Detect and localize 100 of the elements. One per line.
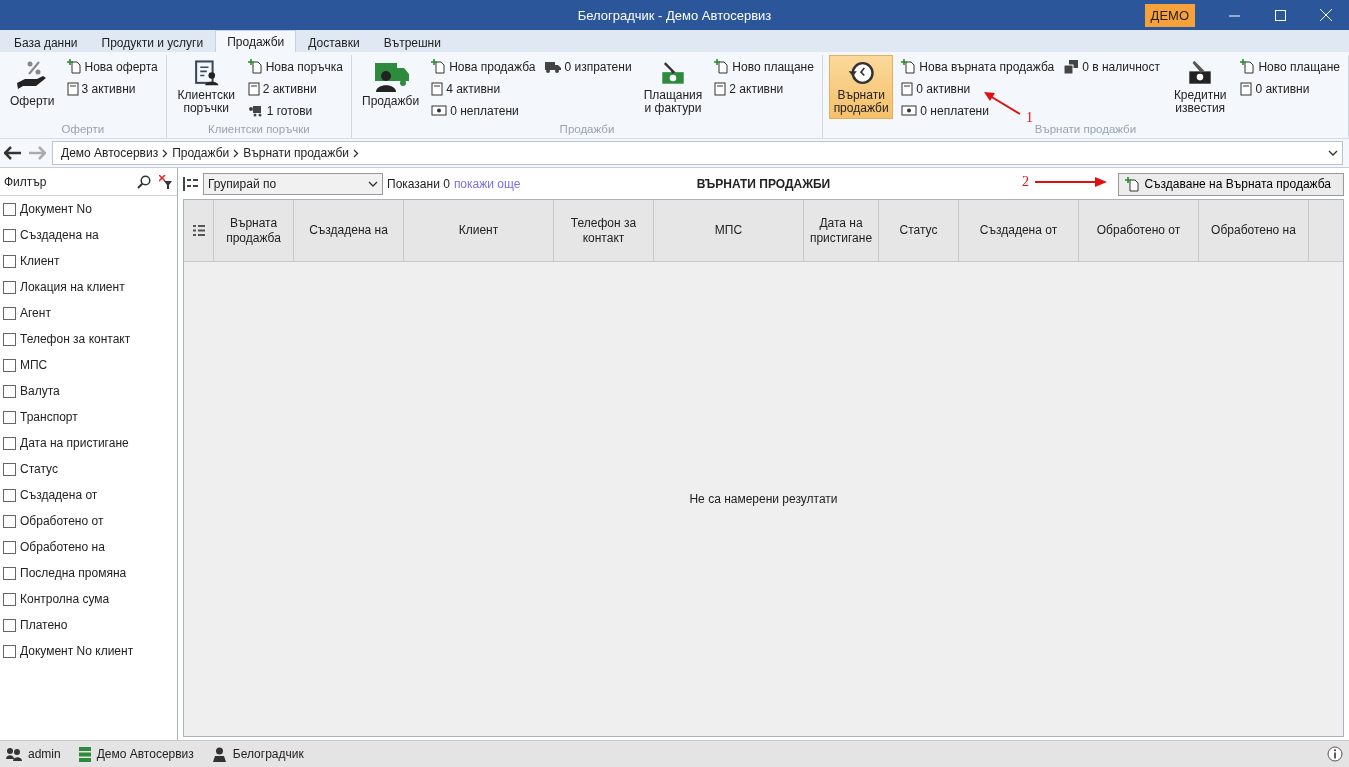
clear-filter-icon[interactable] <box>159 174 173 189</box>
filter-checkbox[interactable]: Създадена на <box>0 222 177 248</box>
ribbon-link[interactable]: 0 изпратени <box>543 57 634 76</box>
filter-checkbox[interactable]: Телефон за контакт <box>0 326 177 352</box>
checkbox[interactable] <box>3 436 16 450</box>
filter-checkbox[interactable]: Обработено на <box>0 534 177 560</box>
column-header[interactable]: Статус <box>879 200 959 261</box>
ribbon-tab[interactable]: Вътрешни <box>371 32 453 52</box>
maximize-icon[interactable] <box>1274 9 1286 21</box>
column-header[interactable]: Клиент <box>404 200 554 261</box>
ribbon-tab[interactable]: Продукти и услуги <box>89 32 216 52</box>
ribbon-link[interactable]: 0 в наличност <box>1062 57 1162 76</box>
ribbon-link[interactable]: 2 активни <box>245 79 319 98</box>
ribbon-link[interactable]: 0 неплатени <box>429 101 521 120</box>
checkbox[interactable] <box>3 384 16 398</box>
checkbox[interactable] <box>3 488 16 502</box>
filter-checkbox[interactable]: Платено <box>0 612 177 638</box>
ribbon-link[interactable]: 4 активни <box>429 79 503 98</box>
column-list-icon[interactable] <box>192 225 205 236</box>
ribbon-tab[interactable]: Продажби <box>215 30 297 52</box>
status-text: Белоградчик <box>232 747 304 761</box>
ribbon-button[interactable]: Продажби <box>358 55 424 119</box>
ribbon-button[interactable]: Кредитни известия <box>1167 55 1233 119</box>
ribbon-link[interactable]: 0 активни <box>899 79 973 98</box>
breadcrumb-item[interactable]: Демо Автосервиз <box>57 146 163 160</box>
ribbon-button[interactable]: Оферти <box>6 55 59 119</box>
boxes-icon <box>1064 59 1080 74</box>
breadcrumb-field[interactable]: Демо Автосервиз Продажби Върнати продажби <box>52 141 1343 165</box>
ribbon-link[interactable]: 3 активни <box>64 79 138 98</box>
checkbox[interactable] <box>3 254 16 268</box>
filter-label: Документ No клиент <box>20 644 134 658</box>
ribbon-button[interactable]: Върнати продажби <box>828 55 894 119</box>
breadcrumb-item[interactable]: Върнати продажби <box>239 146 353 160</box>
checkbox[interactable] <box>3 592 16 606</box>
checkbox[interactable] <box>3 202 16 216</box>
show-more-link[interactable]: покажи още <box>453 177 521 191</box>
filter-checkbox[interactable]: МПС <box>0 352 177 378</box>
filter-checkbox[interactable]: Контролна сума <box>0 586 177 612</box>
ribbon-button[interactable]: Плащания и фактури <box>639 55 707 119</box>
filter-checkbox[interactable]: Агент <box>0 300 177 326</box>
ribbon-link[interactable]: 1 готови <box>245 101 315 120</box>
column-header[interactable]: МПС <box>654 200 804 261</box>
checkbox[interactable] <box>3 306 16 320</box>
filter-checkbox[interactable]: Обработено от <box>0 508 177 534</box>
column-header[interactable]: Създадена на <box>294 200 404 261</box>
breadcrumb-item[interactable]: Продажби <box>168 146 234 160</box>
ribbon-link[interactable]: Ново плащане <box>1238 57 1342 76</box>
filter-label: Документ No <box>20 202 92 216</box>
filter-checkbox[interactable]: Локация на клиент <box>0 274 177 300</box>
checkbox[interactable] <box>3 618 16 632</box>
close-icon[interactable] <box>1320 9 1332 21</box>
window-title: Белоградчик - Демо Автосервиз <box>577 7 772 23</box>
column-header[interactable]: Върната продажба <box>214 200 294 261</box>
chevron-down-icon[interactable] <box>368 181 378 187</box>
checkbox[interactable] <box>3 514 16 528</box>
checkbox[interactable] <box>3 358 16 372</box>
checkbox[interactable] <box>3 410 16 424</box>
column-header[interactable]: Телефон за контакт <box>554 200 654 261</box>
group-list-icon[interactable] <box>183 177 199 191</box>
column-header[interactable]: Обработено от <box>1079 200 1199 261</box>
checkbox[interactable] <box>3 540 16 554</box>
filter-checkbox[interactable]: Последна промяна <box>0 560 177 586</box>
filter-checkbox[interactable]: Дата на пристигане <box>0 430 177 456</box>
filter-checkbox[interactable]: Транспорт <box>0 404 177 430</box>
ribbon-link[interactable]: Нова продажба <box>429 57 538 76</box>
checkbox[interactable] <box>3 228 16 242</box>
filter-checkbox[interactable]: Валута <box>0 378 177 404</box>
create-button[interactable]: Създаване на Върната продажба <box>1118 172 1344 196</box>
search-icon[interactable] <box>137 174 151 189</box>
ribbon-link[interactable]: Нова поръчка <box>245 57 346 76</box>
filter-checkbox[interactable]: Създадена от <box>0 482 177 508</box>
ribbon-link[interactable]: Ново плащане <box>712 57 816 76</box>
info-icon[interactable] <box>1327 746 1343 762</box>
group-by-dropdown[interactable]: Групирай по <box>203 173 383 195</box>
ribbon-tab[interactable]: Доставки <box>296 32 372 52</box>
chevron-down-icon[interactable] <box>1328 150 1338 156</box>
filter-checkbox[interactable]: Статус <box>0 456 177 482</box>
filter-checkbox[interactable]: Клиент <box>0 248 177 274</box>
checkbox[interactable] <box>3 566 16 580</box>
column-header[interactable]: Дата на пристигане <box>804 200 879 261</box>
filter-checkbox[interactable]: Документ No <box>0 196 177 222</box>
filter-checkbox[interactable]: Документ No клиент <box>0 638 177 664</box>
ribbon-tab[interactable]: База данни <box>2 32 90 52</box>
status-text: Демо Автосервиз <box>96 747 194 761</box>
filter-label: МПС <box>20 358 48 372</box>
checkbox[interactable] <box>3 332 16 346</box>
filter-label: Създадена на <box>20 228 99 242</box>
checkbox[interactable] <box>3 462 16 476</box>
ribbon-link[interactable]: 0 активни <box>1238 79 1312 98</box>
ribbon-link[interactable]: Нова върната продажба <box>899 57 1057 76</box>
ribbon-link[interactable]: Нова оферта <box>64 57 160 76</box>
checkbox[interactable] <box>3 280 16 294</box>
column-header[interactable]: Създадена от <box>959 200 1079 261</box>
filter-label: Клиент <box>20 254 60 268</box>
checkbox[interactable] <box>3 644 16 658</box>
ribbon-button[interactable]: Клиентски поръчки <box>172 55 240 119</box>
back-arrow-icon[interactable] <box>4 146 22 160</box>
ribbon-link[interactable]: 2 активни <box>712 79 786 98</box>
column-header[interactable]: Обработено на <box>1199 200 1309 261</box>
ribbon-link[interactable]: 0 неплатени <box>899 101 991 120</box>
